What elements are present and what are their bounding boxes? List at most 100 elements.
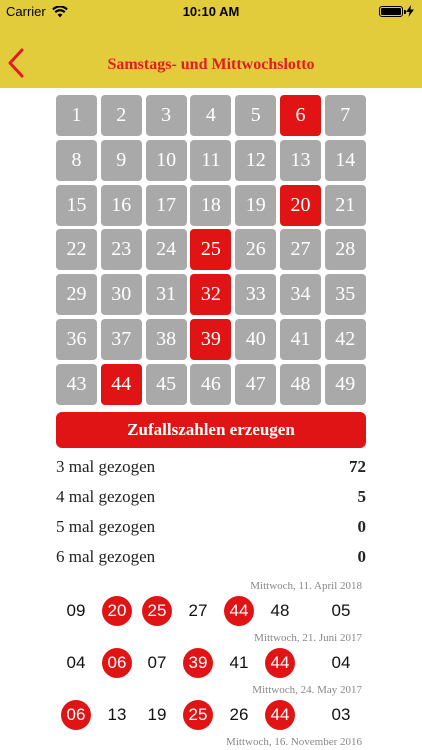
number-cell-16[interactable]: 16	[100, 184, 142, 226]
number-cell-24[interactable]: 24	[145, 229, 187, 271]
drawn-number: 25	[183, 700, 213, 730]
number-cell-27[interactable]: 27	[280, 229, 321, 271]
number-cell-38[interactable]: 38	[145, 319, 187, 360]
drawn-number: 48	[270, 601, 290, 620]
stat-label: 3 mal gezogen	[56, 457, 156, 476]
draw-entry[interactable]: Mittwoch, 11. April 2018 09 20 25 27 44 48 05	[56, 578, 366, 630]
stat-row: 6 mal gezogen 0	[56, 542, 366, 572]
number-cell-36[interactable]: 36	[56, 319, 97, 360]
number-cell-34[interactable]: 34	[280, 274, 321, 316]
number-cell-3[interactable]: 3	[145, 95, 187, 136]
number-cell-32[interactable]: 32	[190, 274, 232, 316]
number-cell-45[interactable]: 45	[145, 363, 187, 405]
stat-value: 0	[357, 517, 367, 536]
draw-entry[interactable]: Mittwoch, 21. Juni 2017 04 06 07 39 41 44 04	[56, 630, 366, 682]
number-cell-6[interactable]: 6	[280, 95, 321, 136]
page-title: Samstags- und Mittwochslotto	[107, 56, 315, 73]
number-cell-49[interactable]: 49	[324, 363, 366, 405]
number-cell-29[interactable]: 29	[56, 274, 97, 316]
superzahl: 04	[331, 653, 351, 672]
generate-random-numbers-button[interactable]: Zufallszahlen erzeugen	[56, 412, 366, 448]
number-cell-14[interactable]: 14	[324, 139, 366, 181]
drawn-number: 06	[102, 648, 132, 678]
status-time: 10:10 AM	[182, 4, 240, 19]
drawn-number: 13	[107, 705, 127, 724]
charging-bolt-icon	[406, 5, 414, 17]
stat-label: 5 mal gezogen	[56, 517, 156, 536]
draw-date: Mittwoch, 21. Juni 2017	[254, 632, 362, 644]
draw-date: Mittwoch, 24. May 2017	[252, 684, 362, 696]
superzahl: 05	[331, 601, 351, 620]
number-cell-30[interactable]: 30	[100, 274, 142, 316]
number-cell-33[interactable]: 33	[235, 274, 277, 316]
number-cell-37[interactable]: 37	[100, 319, 142, 360]
superzahl: 03	[331, 705, 351, 724]
number-cell-12[interactable]: 12	[235, 139, 277, 181]
drawn-number: 06	[61, 700, 91, 730]
drawn-number: 27	[188, 601, 208, 620]
number-cell-23[interactable]: 23	[100, 229, 142, 271]
number-cell-39[interactable]: 39	[190, 319, 232, 360]
drawn-number: 44	[265, 648, 295, 678]
drawn-number: 09	[66, 601, 86, 620]
stat-row: 5 mal gezogen 0	[56, 512, 366, 542]
number-cell-35[interactable]: 35	[324, 274, 366, 316]
drawn-number: 44	[224, 596, 254, 626]
stat-value: 72	[349, 457, 366, 476]
drawn-number: 25	[142, 596, 172, 626]
number-cell-28[interactable]: 28	[324, 229, 366, 271]
stat-label: 4 mal gezogen	[56, 487, 156, 506]
statistics-list: 3 mal gezogen 72 4 mal gezogen 5 5 mal gezog…	[56, 452, 366, 572]
number-cell-20[interactable]: 20	[280, 184, 321, 226]
drawn-number: 41	[229, 653, 249, 672]
stat-value: 0	[357, 547, 367, 566]
number-cell-11[interactable]: 11	[190, 139, 232, 181]
navigation-bar: Samstags- und Mittwochslotto	[0, 22, 422, 88]
drawn-number: 07	[147, 653, 167, 672]
drawn-number: 26	[229, 705, 249, 724]
number-cell-13[interactable]: 13	[280, 139, 321, 181]
number-cell-44[interactable]: 44	[100, 363, 142, 405]
number-cell-47[interactable]: 47	[235, 363, 277, 405]
number-cell-10[interactable]: 10	[145, 139, 187, 181]
drawn-number: 39	[183, 648, 213, 678]
draw-entry[interactable]: Mittwoch, 24. May 2017 06 13 19 25 26 44 03	[56, 682, 366, 734]
number-cell-1[interactable]: 1	[56, 95, 97, 136]
draw-date: Mittwoch, 16. November 2016	[226, 736, 362, 748]
number-cell-41[interactable]: 41	[280, 319, 321, 360]
draw-numbers: 06 13 19 25 26 44 03	[56, 700, 366, 730]
number-cell-22[interactable]: 22	[56, 229, 97, 271]
stat-row: 4 mal gezogen 5	[56, 482, 366, 512]
number-cell-9[interactable]: 9	[100, 139, 142, 181]
number-cell-40[interactable]: 40	[235, 319, 277, 360]
draw-numbers: 09 20 25 27 44 48 05	[56, 596, 366, 626]
drawn-number: 19	[147, 705, 167, 724]
number-cell-25[interactable]: 25	[190, 229, 232, 271]
draw-entry[interactable]: Mittwoch, 16. November 2016	[56, 734, 366, 750]
number-cell-2[interactable]: 2	[100, 95, 142, 136]
number-cell-31[interactable]: 31	[145, 274, 187, 316]
number-cell-21[interactable]: 21	[324, 184, 366, 226]
number-cell-18[interactable]: 18	[190, 184, 232, 226]
drawn-number: 04	[66, 653, 86, 672]
drawn-number: 20	[102, 596, 132, 626]
number-cell-43[interactable]: 43	[56, 363, 97, 405]
draw-numbers: 04 06 07 39 41 44 04	[56, 648, 366, 678]
status-bar: Carrier 10:10 AM	[0, 0, 422, 22]
battery-icon	[379, 5, 406, 17]
stat-value: 5	[357, 487, 367, 506]
stat-row: 3 mal gezogen 72	[56, 452, 366, 482]
number-cell-46[interactable]: 46	[190, 363, 232, 405]
number-cell-17[interactable]: 17	[145, 184, 187, 226]
number-cell-5[interactable]: 5	[235, 95, 277, 136]
number-cell-8[interactable]: 8	[56, 139, 97, 181]
number-cell-26[interactable]: 26	[235, 229, 277, 271]
number-cell-42[interactable]: 42	[324, 319, 366, 360]
number-cell-15[interactable]: 15	[56, 184, 97, 226]
number-cell-7[interactable]: 7	[324, 95, 366, 136]
number-cell-48[interactable]: 48	[280, 363, 321, 405]
stat-label: 6 mal gezogen	[56, 547, 156, 566]
number-cell-19[interactable]: 19	[235, 184, 277, 226]
number-cell-4[interactable]: 4	[190, 95, 232, 136]
draw-date: Mittwoch, 11. April 2018	[250, 580, 362, 592]
